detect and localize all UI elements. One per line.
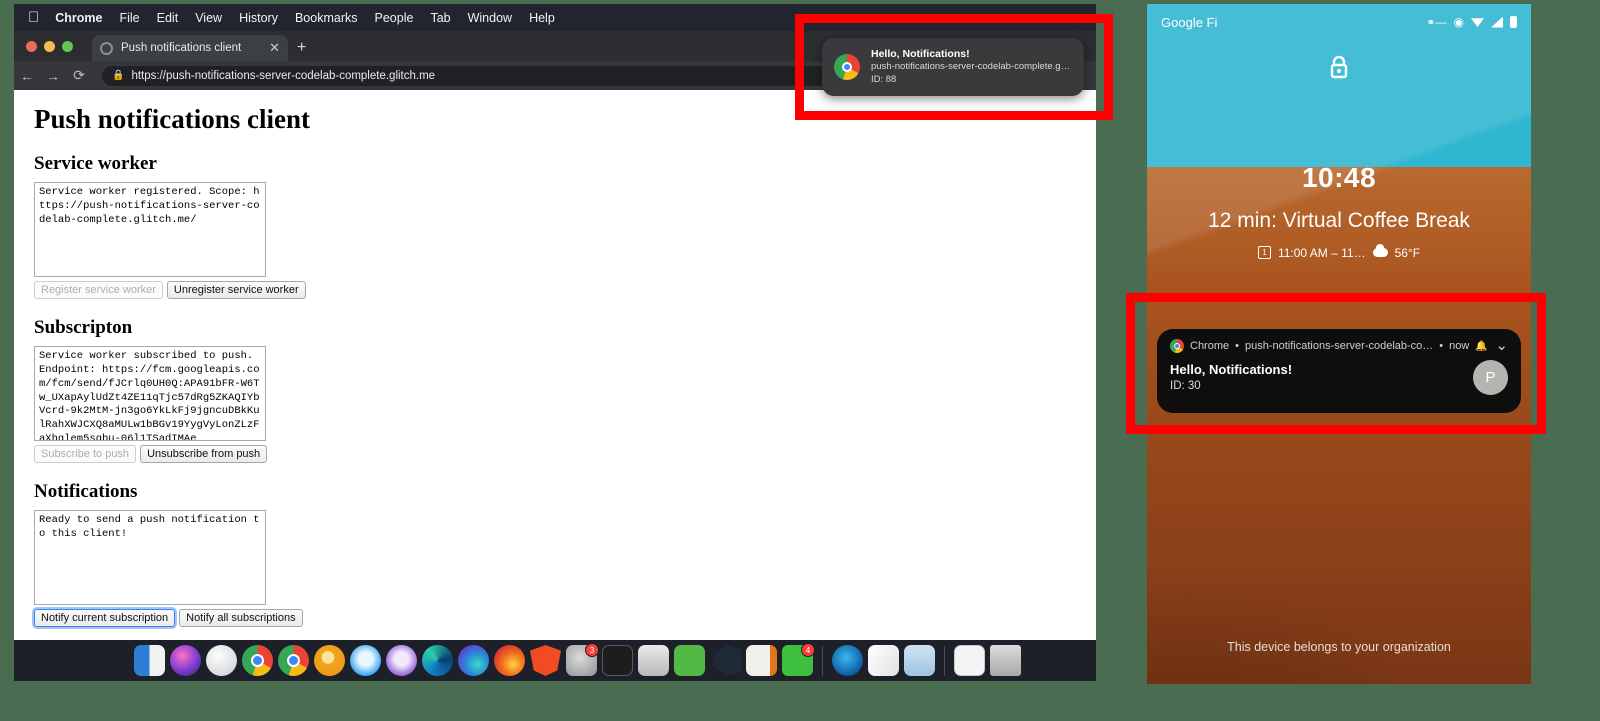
reload-button[interactable]: ⟳: [66, 67, 92, 84]
microsoft-edge-icon[interactable]: [422, 645, 453, 676]
screenshot-stage:  Chrome File Edit View History Bookmark…: [0, 0, 1600, 721]
tab-close-icon[interactable]: ✕: [269, 40, 280, 56]
close-window-button[interactable]: [26, 41, 37, 52]
menu-item-window[interactable]: Window: [468, 11, 512, 25]
minimize-window-button[interactable]: [44, 41, 55, 52]
menu-item-file[interactable]: File: [119, 11, 139, 25]
subscription-button-row: Subscribe to push Unsubscribe from push: [34, 445, 1096, 463]
chrome-beta-icon[interactable]: [278, 645, 309, 676]
web-page-content: Push notifications client Service worker…: [14, 90, 1096, 650]
tab-favicon-icon: [100, 41, 113, 55]
subscribe-to-push-button: Subscribe to push: [34, 445, 137, 463]
menu-item-view[interactable]: View: [195, 11, 222, 25]
android-status-bar: Google Fi ⚭— ◉: [1147, 4, 1531, 40]
disk-utility-icon[interactable]: [638, 645, 669, 676]
forward-button[interactable]: →: [40, 68, 66, 84]
siri-icon[interactable]: [170, 645, 201, 676]
back-button[interactable]: ←: [14, 68, 40, 84]
camtasia-icon[interactable]: [674, 645, 705, 676]
phone-notification-highlight: [1126, 293, 1546, 434]
unregister-service-worker-button[interactable]: Unregister service worker: [166, 281, 306, 299]
organization-notice: This device belongs to your organization: [1227, 640, 1451, 654]
address-bar-url: https://push-notifications-server-codela…: [131, 69, 436, 82]
menu-item-help[interactable]: Help: [529, 11, 555, 25]
macos-dock: 3 4: [14, 640, 1096, 681]
visual-studio-code-icon[interactable]: [713, 645, 741, 676]
signal-icon: [1491, 16, 1503, 28]
status-bar-icons: ⚭— ◉: [1426, 15, 1517, 29]
lockscreen-clock-block: 10:48 12 min: Virtual Coffee Break 1 11:…: [1147, 162, 1531, 260]
wifi-icon: [1471, 18, 1484, 27]
terminal-icon[interactable]: [602, 645, 633, 676]
system-preferences-icon[interactable]: 3: [566, 643, 599, 676]
menu-item-bookmarks[interactable]: Bookmarks: [295, 11, 358, 25]
tab-title: Push notifications client: [121, 42, 242, 54]
notifications-button-row: Notify current subscription Notify all s…: [34, 609, 1096, 627]
finder-icon[interactable]: [134, 645, 165, 676]
calendar-event-meta: 1 11:00 AM – 11… 56°F: [1147, 244, 1531, 260]
notify-all-subscriptions-button[interactable]: Notify all subscriptions: [179, 609, 303, 627]
chrome-icon[interactable]: [242, 645, 273, 676]
calendar-event-time: 11:00 AM – 11…: [1277, 245, 1366, 260]
new-tab-button[interactable]: +: [297, 40, 306, 56]
service-worker-log-textarea[interactable]: [34, 182, 266, 277]
safari-technology-preview-icon[interactable]: [386, 645, 417, 676]
dock-separator-1: [822, 645, 823, 676]
battery-icon: [1510, 16, 1517, 28]
safari-icon[interactable]: [350, 645, 381, 676]
system-preferences-badge: 3: [585, 643, 599, 657]
notes-icon[interactable]: [746, 645, 777, 676]
notify-current-subscription-button[interactable]: Notify current subscription: [34, 609, 176, 627]
section-heading-notifications: Notifications: [34, 481, 138, 502]
cloud-icon: [1372, 244, 1388, 258]
dock-separator-2: [944, 645, 945, 676]
lockscreen-clock: 10:48: [1301, 162, 1377, 193]
service-worker-button-row: Register service worker Unregister servi…: [34, 281, 1096, 299]
weather-temperature: 56°F: [1394, 245, 1421, 260]
launchpad-icon[interactable]: [206, 645, 237, 676]
notifications-log-textarea[interactable]: [34, 510, 266, 605]
mac-notification-highlight: [795, 14, 1113, 120]
firefox-icon[interactable]: [494, 645, 525, 676]
menu-item-people[interactable]: People: [375, 11, 414, 25]
vpn-key-icon: ⚭—: [1426, 16, 1447, 29]
dock-icon-list: 3 4: [134, 640, 1021, 681]
site-lock-icon: 🔒: [112, 70, 125, 81]
messages-icon[interactable]: 4: [782, 643, 815, 676]
brave-browser-icon[interactable]: [530, 645, 561, 676]
menu-item-history[interactable]: History: [239, 11, 278, 25]
screenshot-thumbnail-icon[interactable]: [954, 645, 985, 676]
trash-icon[interactable]: [990, 645, 1021, 676]
calendar-event-title[interactable]: 12 min: Virtual Coffee Break: [1147, 207, 1531, 235]
subscription-log-textarea[interactable]: [34, 346, 266, 441]
maximize-window-button[interactable]: [62, 41, 73, 52]
window-traffic-lights: [26, 41, 73, 52]
apple-menu-icon[interactable]: : [28, 10, 39, 25]
calendar-icon: 1: [1257, 246, 1271, 260]
chrome-icon-center: [251, 654, 264, 667]
register-service-worker-button: Register service worker: [34, 281, 163, 299]
chrome-beta-icon-center: [287, 654, 300, 667]
firefox-developer-icon[interactable]: [458, 645, 489, 676]
messages-badge: 4: [801, 643, 815, 657]
unsubscribe-from-push-button[interactable]: Unsubscribe from push: [140, 445, 268, 463]
section-heading-service-worker: Service worker: [34, 153, 157, 174]
browser-tab[interactable]: Push notifications client ✕: [92, 35, 288, 61]
menu-item-chrome[interactable]: Chrome: [55, 11, 102, 25]
menu-item-tab[interactable]: Tab: [430, 11, 450, 25]
cleanmymac-icon[interactable]: [832, 645, 863, 676]
carrier-label: Google Fi: [1161, 14, 1218, 30]
lock-icon: [1147, 54, 1531, 85]
pages-document-icon[interactable]: [868, 645, 899, 676]
menu-item-edit[interactable]: Edit: [157, 11, 179, 25]
chrome-canary-icon[interactable]: [314, 645, 345, 676]
section-heading-subscription: Subscripton: [34, 317, 133, 338]
stamps-document-icon[interactable]: [904, 645, 935, 676]
vibrate-icon: ◉: [1453, 15, 1464, 29]
